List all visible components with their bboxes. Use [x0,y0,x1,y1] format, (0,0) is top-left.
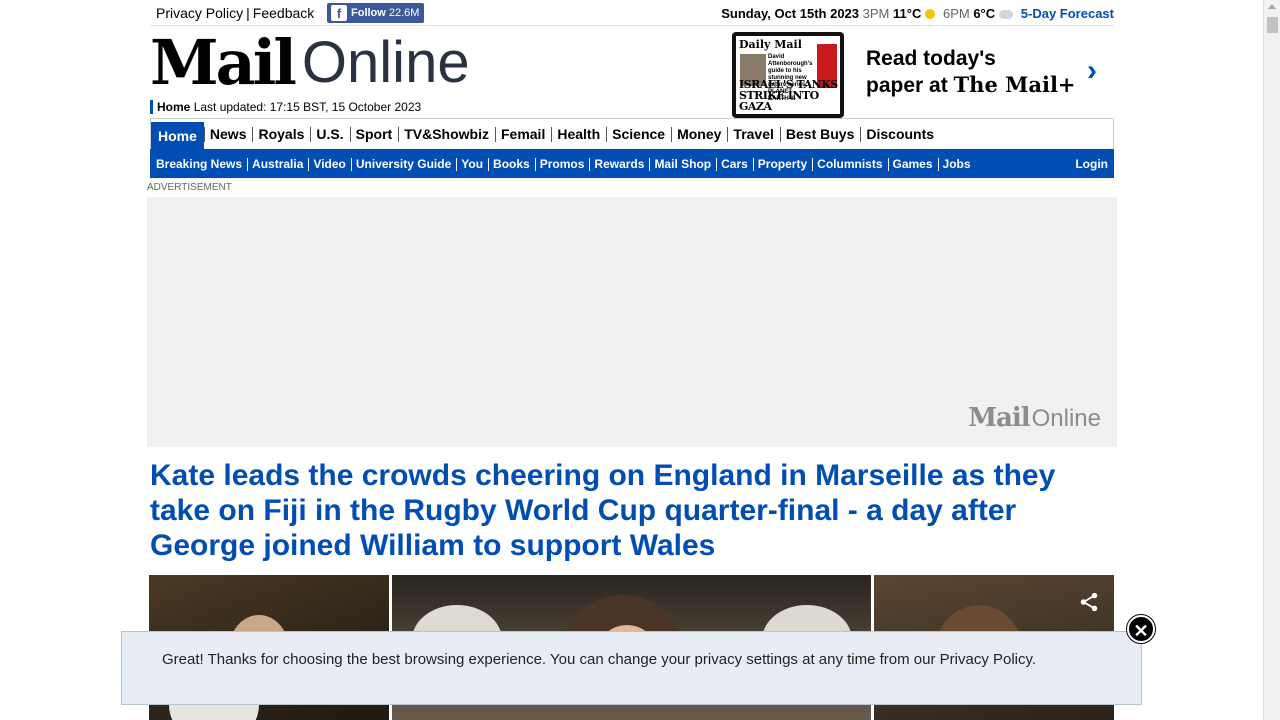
subnav-item-breaking-news[interactable]: Breaking News [150,157,247,171]
weather-time: 3PM [862,6,890,21]
weather-temp: 6°C [973,6,996,21]
article-headline[interactable]: Kate leads the crowds cheering on Englan… [150,458,1090,563]
subnav-item-mail-shop[interactable]: Mail Shop [649,157,716,171]
subnav-item-columnists[interactable]: Columnists [812,157,887,171]
partly-cloudy-icon [996,6,1014,19]
scrollbar-thumb[interactable] [1267,17,1278,33]
nav-item-best-buys[interactable]: Best Buys [779,119,860,149]
privacy-confirmation-banner: Great! Thanks for choosing the best brow… [121,631,1142,705]
secondary-nav: Breaking News Australia Video University Gu… [150,149,1114,178]
share-icon[interactable] [1078,591,1100,613]
advert-placeholder-logo: Mail Online [968,403,1101,433]
paper-headline: ISRAEL'S TANKS STRIKE INTO GAZA [739,78,838,113]
ad-logo-mail: Mail [968,403,1030,433]
advertisement-label: ADVERTISEMENT [147,182,232,193]
nav-item-femail[interactable]: Femail [494,119,551,149]
privacy-banner-text: Great! Thanks for choosing the best brow… [162,651,1037,668]
top-utility-bar: Privacy Policy | Feedback f Follow 22.6M S… [150,0,1114,26]
last-updated-bar: Home Last updated: 17:15 BST, 15 October… [150,100,421,114]
divider: | [246,5,250,21]
subnav-item-rewards[interactable]: Rewards [589,157,649,171]
weather-temp: 11°C [893,6,922,21]
read-paper-line2-text: paper at [866,74,948,97]
nav-item-money[interactable]: Money [671,119,727,149]
subnav-item-video[interactable]: Video [308,157,350,171]
read-paper-line2: paper at The Mail+ [866,72,1076,99]
breadcrumb-home[interactable]: Home [157,100,190,114]
vertical-scrollbar[interactable] [1263,0,1280,720]
nav-item-tv-showbiz[interactable]: TV&Showbiz [398,119,495,149]
subnav-item-games[interactable]: Games [887,157,938,171]
weather-time: 6PM [942,6,970,21]
facebook-follow-label: Follow [351,7,386,19]
subnav-item-jobs[interactable]: Jobs [937,157,976,171]
five-day-forecast-link[interactable]: 5-Day Forecast [1021,6,1114,21]
top-links: Privacy Policy | Feedback [156,5,314,21]
nav-item-travel[interactable]: Travel [727,119,779,149]
nav-item-science[interactable]: Science [606,119,671,149]
subnav-item-you[interactable]: You [456,157,488,171]
subnav-item-university-guide[interactable]: University Guide [350,157,456,171]
scroll-up-arrow-icon[interactable] [1268,4,1276,9]
ad-logo-online: Online [1031,405,1101,432]
mailonline-logo[interactable]: Mail Online [150,30,470,94]
logo-online: Online [301,30,470,95]
sun-icon [925,9,936,19]
subnav-item-promos[interactable]: Promos [534,157,590,171]
subnav-item-property[interactable]: Property [752,157,812,171]
read-paper-promo[interactable]: Read today's paper at The Mail+ [866,46,1076,99]
primary-nav: Home News Royals U.S. Sport TV&Showbiz Femail H… [150,118,1114,149]
feedback-link[interactable]: Feedback [253,5,314,21]
subnav-item-australia[interactable]: Australia [247,157,308,171]
nav-item-health[interactable]: Health [551,119,606,149]
close-icon[interactable]: ✕ [1127,615,1155,643]
facebook-icon: f [331,5,347,21]
advertisement-slot[interactable]: Mail Online [147,197,1117,447]
current-date: Sunday, Oct 15th 2023 [721,6,860,21]
logo-mail: Mail [150,26,297,99]
subnav-item-cars[interactable]: Cars [716,157,753,171]
chevron-right-icon[interactable]: › [1087,56,1097,86]
subnav-item-books[interactable]: Books [488,157,535,171]
mail-plus-brand: The Mail+ [953,72,1076,97]
nav-item-royals[interactable]: Royals [252,119,310,149]
facebook-follow-button[interactable]: f Follow 22.6M [327,3,424,23]
nav-item-home[interactable]: Home [151,122,204,149]
privacy-policy-link[interactable]: Privacy Policy [156,5,243,21]
todays-paper-thumbnail[interactable]: Daily Mail David Attenborough's guide to… [732,32,844,118]
nav-item-sport[interactable]: Sport [349,119,399,149]
paper-cover: Daily Mail David Attenborough's guide to… [736,36,840,114]
nav-item-news[interactable]: News [203,119,253,149]
weather-widget[interactable]: Sunday, Oct 15th 2023 3PM 11°C 6PM 6°C 5… [721,6,1114,21]
nav-item-u-s[interactable]: U.S. [310,119,349,149]
login-button[interactable]: Login [1070,157,1114,171]
read-paper-line1: Read today's [866,47,996,70]
nav-item-discounts[interactable]: Discounts [860,119,940,149]
last-updated-text: Last updated: 17:15 BST, 15 October 2023 [193,100,422,114]
facebook-follower-count: 22.6M [388,7,420,19]
